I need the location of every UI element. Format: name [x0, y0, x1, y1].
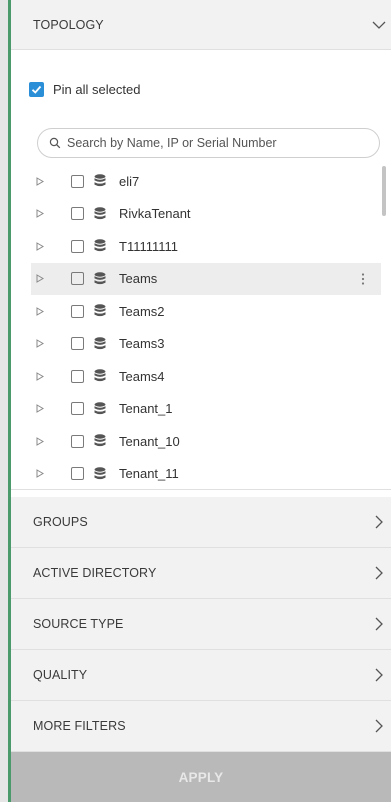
topology-tree: eli7 RivkaTenant T11111111 Teams Teams2 Teams… [31, 165, 381, 490]
more-options-icon[interactable] [361, 272, 365, 286]
tree-row[interactable]: Tenant_10 [31, 425, 381, 458]
chevron-right-icon[interactable] [371, 565, 387, 581]
apply-button[interactable]: APPLY [11, 752, 391, 802]
topology-body: Pin all selected eli7 RivkaTenant T1111111… [11, 50, 391, 490]
database-icon [94, 467, 106, 481]
tree-row-label: T11111111 [119, 238, 179, 254]
filter-section-header[interactable]: SOURCE TYPE [11, 599, 391, 650]
tree-row[interactable]: Teams [31, 262, 381, 295]
expand-arrow-icon[interactable] [36, 404, 54, 414]
filter-section-header[interactable]: QUALITY [11, 650, 391, 701]
expand-arrow-icon[interactable] [36, 274, 54, 284]
checkmark-icon [31, 85, 42, 94]
tree-row-label: Teams4 [119, 368, 165, 384]
search-input[interactable] [65, 135, 369, 151]
database-icon [94, 304, 106, 318]
tree-row-label: Tenant_1 [119, 401, 173, 417]
tree-row[interactable]: RivkaTenant [31, 198, 381, 231]
tree-row-checkbox[interactable] [71, 239, 84, 253]
tree-row-checkbox[interactable] [71, 467, 84, 481]
tree-row-checkbox[interactable] [71, 304, 84, 318]
chevron-right-icon[interactable] [371, 667, 387, 683]
expand-arrow-icon[interactable] [36, 241, 54, 251]
tree-row[interactable]: Teams2 [31, 295, 381, 328]
database-icon [94, 239, 106, 253]
tree-row-checkbox[interactable] [71, 337, 84, 351]
search-icon [49, 137, 61, 149]
tree-row[interactable]: Tenant_1 [31, 393, 381, 426]
expand-arrow-icon[interactable] [36, 436, 54, 446]
tree-row-label: RivkaTenant [119, 206, 191, 222]
expand-arrow-icon[interactable] [36, 176, 54, 186]
filter-sections: GROUPS ACTIVE DIRECTORY SOURCE TYPE QUALITY… [11, 497, 391, 752]
tree-row-checkbox[interactable] [71, 434, 84, 448]
filter-panel: TOPOLOGY Pin all selected eli7 RivkaTenan… [11, 0, 391, 802]
expand-arrow-icon[interactable] [36, 371, 54, 381]
tree-row-label: eli7 [119, 173, 140, 189]
tree-row-checkbox[interactable] [71, 369, 84, 383]
database-icon [94, 434, 106, 448]
database-icon [94, 272, 106, 286]
database-icon [94, 337, 106, 351]
search-box[interactable] [37, 128, 380, 158]
chevron-down-icon[interactable] [371, 17, 387, 33]
pin-all-selected[interactable]: Pin all selected [29, 82, 140, 97]
filter-section-title: GROUPS [33, 515, 88, 529]
database-icon [94, 369, 106, 383]
filter-section-header[interactable]: MORE FILTERS [11, 701, 391, 752]
topology-title: TOPOLOGY [33, 17, 104, 32]
tree-row-label: Teams3 [119, 336, 165, 352]
tree-row-checkbox[interactable] [71, 174, 84, 188]
pin-all-checkbox[interactable] [29, 82, 44, 97]
filter-section-header[interactable]: GROUPS [11, 497, 391, 548]
tree-row-checkbox[interactable] [71, 402, 84, 416]
tree-row[interactable]: Teams4 [31, 360, 381, 393]
tree-row-label: Tenant_10 [119, 433, 180, 449]
filter-section-title: SOURCE TYPE [33, 617, 124, 631]
tree-row[interactable]: Tenant_11 [31, 458, 381, 491]
topology-header[interactable]: TOPOLOGY [11, 0, 391, 50]
chevron-right-icon[interactable] [371, 514, 387, 530]
left-gutter [0, 0, 8, 802]
expand-arrow-icon[interactable] [36, 209, 54, 219]
tree-row-checkbox[interactable] [71, 272, 84, 286]
database-icon [94, 174, 106, 188]
filter-section-header[interactable]: ACTIVE DIRECTORY [11, 548, 391, 599]
tree-scrollbar[interactable] [382, 166, 386, 216]
database-icon [94, 402, 106, 416]
tree-row-label: Teams2 [119, 303, 165, 319]
chevron-right-icon[interactable] [371, 718, 387, 734]
pin-all-label: Pin all selected [53, 82, 141, 97]
expand-arrow-icon[interactable] [36, 339, 54, 349]
tree-row-label: Tenant_11 [119, 466, 179, 482]
expand-arrow-icon[interactable] [36, 306, 54, 316]
tree-row-label: Teams [119, 271, 158, 287]
filter-section-title: MORE FILTERS [33, 719, 126, 733]
tree-row[interactable]: Teams3 [31, 328, 381, 361]
tree-row-checkbox[interactable] [71, 207, 84, 221]
filter-section-title: QUALITY [33, 668, 88, 682]
expand-arrow-icon[interactable] [36, 469, 54, 479]
filter-section-title: ACTIVE DIRECTORY [33, 566, 157, 580]
database-icon [94, 207, 106, 221]
tree-row[interactable]: eli7 [31, 165, 381, 198]
tree-row[interactable]: T11111111 [31, 230, 381, 263]
chevron-right-icon[interactable] [371, 616, 387, 632]
